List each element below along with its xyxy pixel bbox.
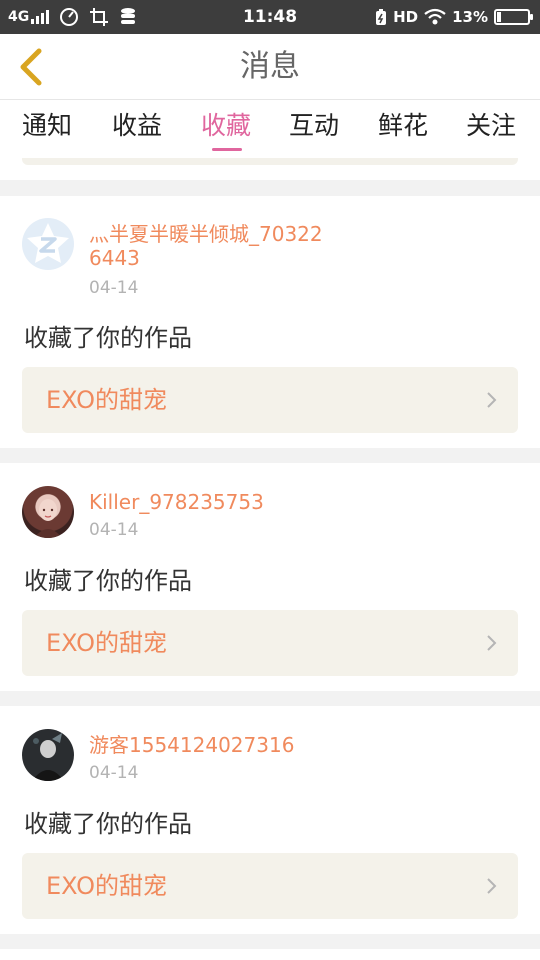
chevron-right-icon [487, 635, 497, 651]
work-link[interactable]: EXO的甜宠 [22, 610, 518, 676]
battery-icon [494, 9, 533, 25]
username-link[interactable]: 灬半夏半暖半倾城_703226443 [89, 222, 329, 270]
work-link[interactable]: EXO的甜宠 [22, 853, 518, 919]
status-bar: 4G 11:48 HD 13% [0, 0, 540, 34]
battery-saver-icon [375, 8, 387, 26]
message-card: 灬半夏半暖半倾城_703226443 04-14 收藏了你的作品 EXO的甜宠 [0, 196, 540, 448]
active-tab-indicator [212, 148, 242, 151]
chevron-right-icon [487, 392, 497, 408]
message-text: 收藏了你的作品 [24, 324, 192, 352]
previous-card-remnant [0, 158, 540, 180]
work-title: EXO的甜宠 [46, 872, 167, 900]
work-title: EXO的甜宠 [46, 386, 167, 414]
tab-notifications[interactable]: 通知 [22, 106, 72, 146]
message-date: 04-14 [89, 520, 139, 540]
user-avatar[interactable] [22, 729, 74, 781]
message-card: Killer_978235753 04-14 收藏了你的作品 EXO的甜宠 [0, 463, 540, 691]
page-title: 消息 [240, 49, 300, 84]
message-date: 04-14 [89, 278, 139, 298]
tab-follows[interactable]: 关注 [466, 106, 516, 146]
tab-bar: 通知 收益 收藏 互动 鲜花 关注 [0, 100, 540, 158]
wifi-icon [424, 8, 446, 26]
work-title: EXO的甜宠 [46, 629, 167, 657]
user-avatar[interactable] [22, 486, 74, 538]
battery-level [497, 12, 501, 22]
message-card: 游客1554124027316 04-14 收藏了你的作品 EXO的甜宠 [0, 706, 540, 934]
tab-earnings[interactable]: 收益 [112, 106, 162, 146]
chevron-left-icon [20, 48, 42, 86]
back-button[interactable] [8, 44, 54, 90]
chevron-right-icon [487, 878, 497, 894]
message-text: 收藏了你的作品 [24, 810, 192, 838]
tab-favorites[interactable]: 收藏 [201, 106, 251, 146]
battery-percent: 13% [452, 8, 488, 26]
hd-indicator: HD [393, 8, 419, 26]
message-date: 04-14 [89, 763, 139, 783]
next-card-remnant [0, 949, 540, 960]
tab-interactions[interactable]: 互动 [289, 106, 339, 146]
qq-default-avatar-icon[interactable] [22, 218, 74, 270]
title-bar: 消息 [0, 34, 540, 100]
tab-flowers[interactable]: 鲜花 [378, 106, 428, 146]
username-link[interactable]: Killer_978235753 [89, 490, 329, 514]
message-text: 收藏了你的作品 [24, 567, 192, 595]
username-link[interactable]: 游客1554124027316 [89, 733, 329, 757]
work-link[interactable]: EXO的甜宠 [22, 367, 518, 433]
status-right: HD 13% [375, 0, 533, 34]
